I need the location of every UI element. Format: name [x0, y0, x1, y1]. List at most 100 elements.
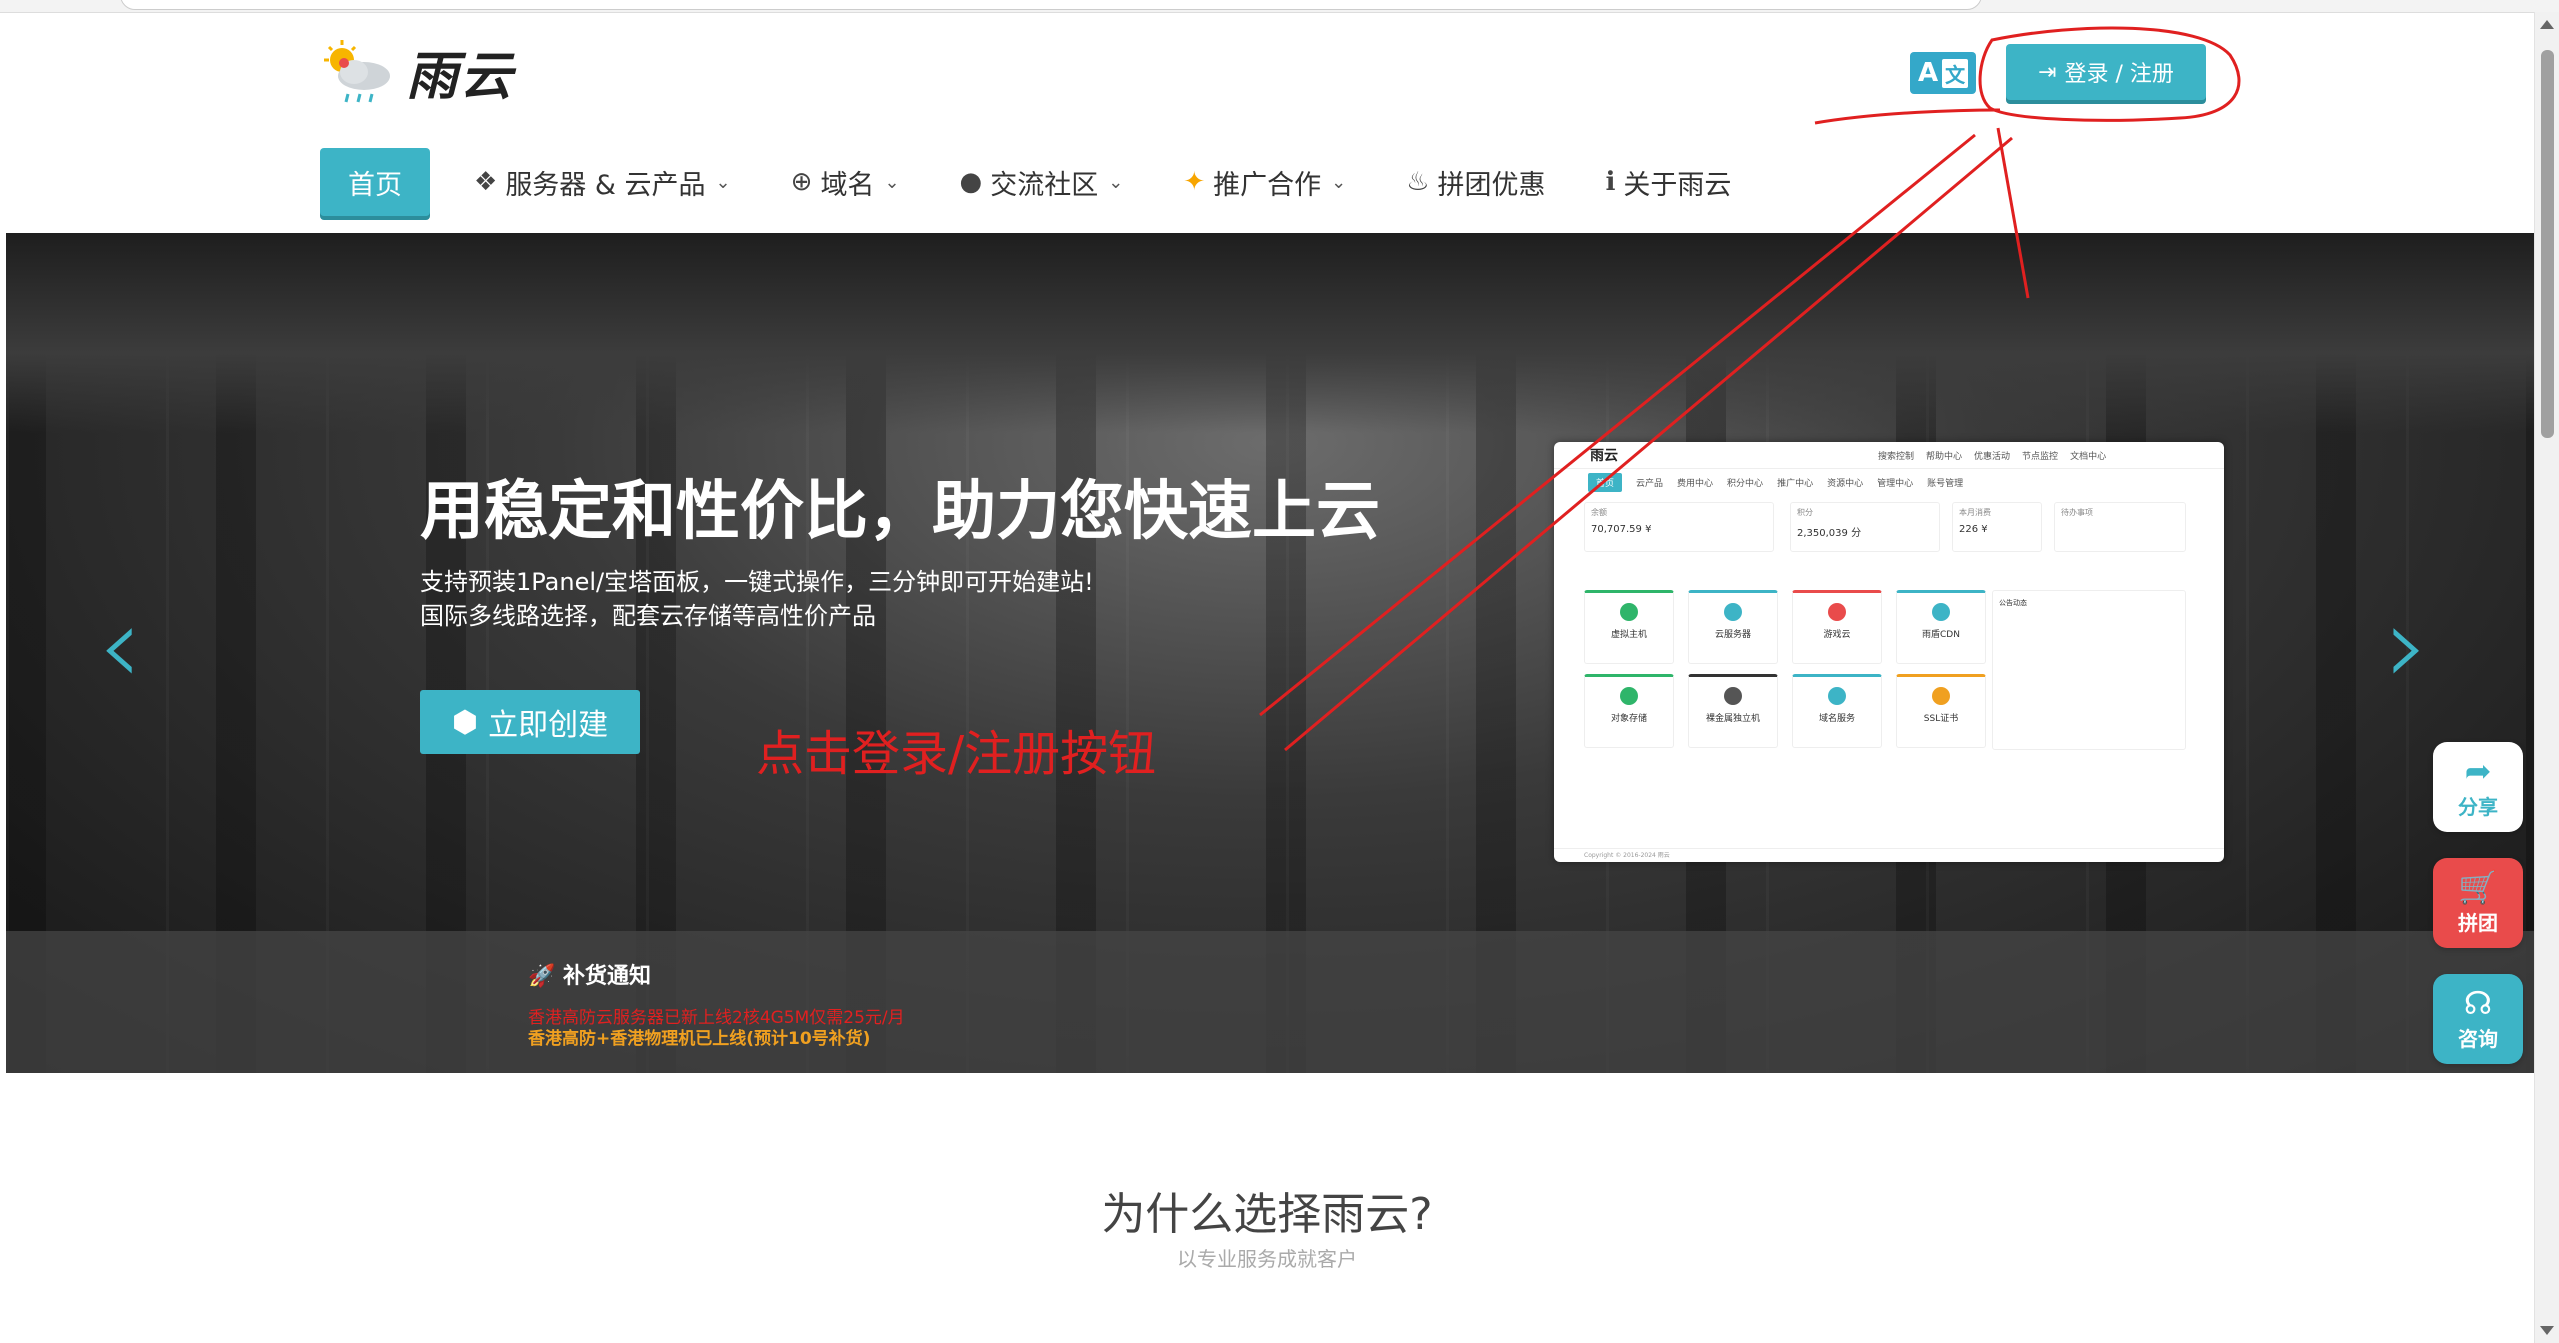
consult-button[interactable]: ☊ 咨询 — [2433, 974, 2523, 1064]
preview-tile-label: 对象存储 — [1610, 714, 1647, 724]
address-bar[interactable] — [120, 0, 1982, 10]
login-register-label: 登录 / 注册 — [2064, 62, 2174, 87]
key-icon — [1932, 687, 1950, 705]
main-nav: 首页 ❖ 服务器 & 云产品 ⌄ ⊕ 域名 ⌄ ● 交流社区 ⌄ ✦ 推广合作 … — [320, 146, 1791, 218]
preview-top-link: 节点监控 — [2022, 451, 2059, 462]
preview-tile-label: SSL证书 — [1923, 714, 1959, 724]
preview-tile-label: 游戏云 — [1823, 630, 1851, 640]
nav-community-label: 交流社区 — [990, 169, 1099, 201]
notice-line-orange[interactable]: 香港高防+香港物理机已上线(预计10号补货) — [528, 1024, 870, 1049]
nav-home-label: 首页 — [348, 169, 402, 201]
preview-nav-item: 费用中心 — [1677, 478, 1714, 489]
preview-top-link: 文档中心 — [2070, 451, 2107, 462]
group-buy-button[interactable]: 🛒 拼团 — [2433, 858, 2523, 948]
carousel-prev-icon[interactable]: ‹ — [98, 590, 142, 700]
preview-card-label: 待办事项 — [2061, 508, 2093, 517]
scroll-thumb[interactable] — [2541, 50, 2554, 438]
preview-card: 余额 70,707.59 ¥ — [1584, 502, 1774, 552]
preview-tile: 虚拟主机 — [1584, 590, 1674, 664]
hero-title: 用稳定和性价比，助力您快速上云 — [420, 475, 1380, 549]
preview-nav-item: 云产品 — [1636, 478, 1664, 489]
preview-tile: 云服务器 — [1688, 590, 1778, 664]
nav-domains[interactable]: ⊕ 域名 ⌄ — [791, 146, 900, 218]
chevron-down-icon: ⌄ — [715, 171, 731, 193]
chevron-down-icon: ⌄ — [1331, 171, 1347, 193]
nav-home[interactable]: 首页 — [320, 148, 430, 216]
nav-about-label: 关于雨云 — [1623, 169, 1732, 201]
preview-tile: 雨盾CDN — [1896, 590, 1986, 664]
consult-label: 咨询 — [2458, 1026, 2498, 1051]
headset-icon: ☊ — [2463, 983, 2493, 1022]
chevron-down-icon: ⌄ — [1108, 171, 1124, 193]
preview-tile-label: 域名服务 — [1818, 714, 1855, 724]
hero-ceiling-shade — [6, 233, 2534, 433]
annotation-text: 点击登录/注册按钮 — [756, 726, 1157, 782]
preview-nav-item: 推广中心 — [1777, 478, 1814, 489]
preview-card-value: 226 ¥ — [1959, 524, 1988, 535]
cubes-icon: ❖ — [474, 167, 498, 197]
globe-icon — [1828, 687, 1846, 705]
preview-nav-item: 首页 — [1588, 472, 1623, 492]
share-icon: ➦ — [2464, 751, 2492, 790]
preview-card-label: 余额 — [1591, 508, 1607, 517]
preview-top-link: 帮助中心 — [1926, 451, 1963, 462]
share-label: 分享 — [2458, 794, 2498, 819]
preview-nav-item: 管理中心 — [1877, 478, 1914, 489]
translate-icon-chinese: 文 — [1942, 58, 1969, 88]
nav-servers[interactable]: ❖ 服务器 & 云产品 ⌄ — [474, 146, 731, 218]
brand-logo[interactable]: 雨云 — [318, 35, 514, 107]
carousel-next-icon[interactable]: › — [2385, 590, 2429, 700]
nav-community[interactable]: ● 交流社区 ⌄ — [960, 146, 1124, 218]
why-subtitle: 以专业服务成就客户 — [1177, 1247, 1357, 1271]
login-register-button[interactable]: ⇥ 登录 / 注册 — [2006, 44, 2206, 100]
preview-tile: 对象存储 — [1584, 674, 1674, 748]
logo-text: 雨云 — [406, 46, 515, 107]
preview-top-link: 优惠活动 — [1974, 451, 2011, 462]
preview-tile-label: 裸金属独立机 — [1705, 714, 1760, 724]
preview-nav-item: 资源中心 — [1827, 478, 1864, 489]
sparkle-icon: ✦ — [1183, 167, 1206, 197]
bolt-icon — [1932, 603, 1950, 621]
nav-group-deals-label: 拼团优惠 — [1437, 169, 1546, 201]
nav-partnership[interactable]: ✦ 推广合作 ⌄ — [1183, 146, 1346, 218]
chevron-down-icon: ⌄ — [884, 171, 900, 193]
nav-partnership-label: 推广合作 — [1213, 169, 1322, 201]
comment-icon: ● — [959, 167, 983, 197]
preview-card: 待办事项 — [2054, 502, 2186, 552]
share-button[interactable]: ➦ 分享 — [2433, 742, 2523, 832]
preview-card: 积分 2,350,039 分 — [1790, 502, 1940, 552]
preview-tile: 域名服务 — [1792, 674, 1882, 748]
gamepad-icon — [1828, 603, 1846, 621]
nav-group-deals[interactable]: ♨ 拼团优惠 — [1406, 146, 1545, 218]
storage-icon — [1620, 687, 1638, 705]
preview-card-value: 70,707.59 ¥ — [1591, 524, 1652, 535]
preview-tile-label: 云服务器 — [1714, 630, 1751, 640]
globe-icon: ⊕ — [790, 167, 813, 197]
language-button[interactable]: A 文 — [1910, 52, 1976, 94]
preview-topbar: 雨云 搜索控制 帮助中心 优惠活动 节点监控 文档中心 — [1554, 442, 2224, 469]
cart-icon: 🛒 — [2458, 867, 2498, 906]
preview-tile: 裸金属独立机 — [1688, 674, 1778, 748]
preview-tile-label: 虚拟主机 — [1610, 630, 1647, 640]
page-scrollbar[interactable] — [2534, 12, 2559, 1343]
group-buy-label: 拼团 — [2458, 910, 2498, 935]
cloud-server-icon — [1724, 603, 1742, 621]
sun-cloud-rain-icon — [324, 40, 390, 103]
info-icon: ℹ — [1605, 167, 1616, 197]
chip-icon — [1724, 687, 1742, 705]
preview-announcements-title: 公告动态 — [1999, 599, 2027, 607]
scroll-up-icon[interactable] — [2540, 20, 2554, 29]
fire-icon: ♨ — [1406, 167, 1430, 197]
create-now-button[interactable]: ⬢ 立即创建 — [420, 690, 640, 754]
translate-icon-latin: A — [1917, 58, 1939, 88]
preview-card-label: 本月消费 — [1959, 508, 1991, 517]
create-now-label: 立即创建 — [488, 708, 609, 743]
scroll-down-icon[interactable] — [2540, 1326, 2554, 1335]
cube-icon: ⬢ — [451, 704, 479, 740]
hero-subtitle-1: 支持预装1Panel/宝塔面板，一键式操作，三分钟即可开始建站! — [420, 568, 1094, 596]
preview-tile: 游戏云 — [1792, 590, 1882, 664]
nav-about[interactable]: ℹ 关于雨云 — [1606, 146, 1732, 218]
preview-tile: SSL证书 — [1896, 674, 1986, 748]
browser-address-strip — [0, 0, 2559, 13]
server-icon — [1620, 603, 1638, 621]
